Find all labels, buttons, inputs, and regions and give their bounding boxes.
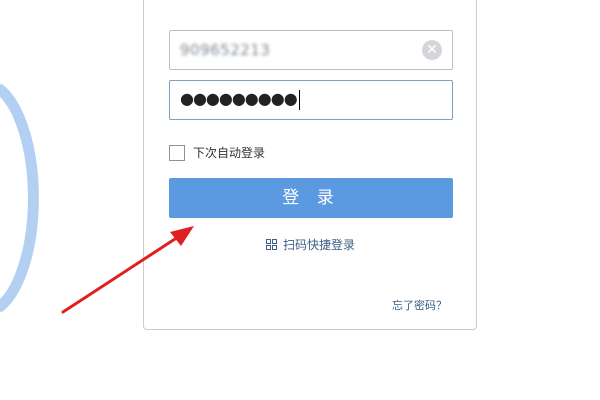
text-caret <box>298 89 300 110</box>
qr-code-icon <box>266 239 277 250</box>
password-field[interactable]: ●●●●●●●●● <box>169 80 453 120</box>
qr-login-link[interactable]: 扫码快捷登录 <box>266 236 355 253</box>
account-field[interactable]: ✕ <box>169 30 453 70</box>
remember-login-option[interactable]: 下次自动登录 <box>169 144 265 161</box>
login-button[interactable]: 登 录 <box>169 178 453 218</box>
remember-checkbox[interactable] <box>169 144 185 161</box>
password-input[interactable]: ●●●●●●●●● <box>180 88 300 110</box>
decorative-arc <box>0 83 39 313</box>
account-input[interactable] <box>180 39 416 61</box>
forgot-password-link[interactable]: 忘了密码？ <box>392 297 447 313</box>
password-mask: ●●●●●●●●● <box>180 89 298 108</box>
remember-label: 下次自动登录 <box>193 146 266 160</box>
close-icon[interactable]: ✕ <box>422 40 442 60</box>
screen: ✕ ●●●●●●●●● 下次自动登录 登 录 扫码快捷登录 忘了密码？ <box>0 0 600 400</box>
qr-login-label: 扫码快捷登录 <box>283 238 356 252</box>
